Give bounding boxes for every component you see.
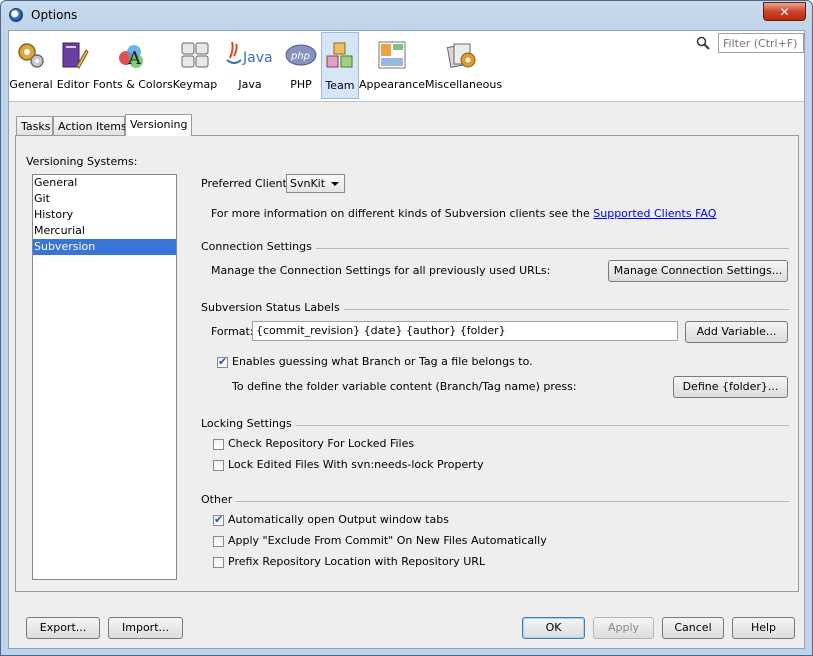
- options-window: Options ✕ General Editor A Fonts & Color…: [0, 0, 813, 656]
- help-button[interactable]: Help: [732, 617, 795, 639]
- list-item-history[interactable]: History: [33, 207, 176, 223]
- preferred-client-value: SvnKit: [290, 177, 326, 190]
- client-info-text: For more information on different kinds …: [211, 207, 590, 220]
- prefix-repo-label: Prefix Repository Location with Reposito…: [228, 555, 486, 568]
- locking-settings-section: Locking Settings: [201, 417, 789, 431]
- fonts-colors-icon: A: [119, 45, 143, 69]
- search-icon: [696, 36, 710, 50]
- category-fonts-colors[interactable]: A Fonts & Colors: [93, 32, 173, 99]
- filter-input[interactable]: [718, 33, 804, 53]
- appearance-icon: [378, 41, 406, 69]
- guess-branch-checkbox[interactable]: [217, 355, 228, 368]
- list-item-general[interactable]: General: [33, 175, 176, 191]
- category-label: Editor: [56, 78, 90, 91]
- category-label: Java: [238, 78, 262, 91]
- tab-action-items[interactable]: Action Items: [53, 116, 127, 135]
- options-content: General Editor A Fonts & Colors Keymap J…: [8, 30, 805, 649]
- prefix-repo-checkbox[interactable]: [213, 557, 224, 568]
- php-icon: php: [285, 44, 317, 66]
- close-button[interactable]: ✕: [763, 2, 806, 21]
- list-item-git[interactable]: Git: [33, 191, 176, 207]
- tab-tasks[interactable]: Tasks: [16, 116, 53, 135]
- keymap-icon: [181, 42, 209, 68]
- java-icon: Java: [226, 41, 273, 66]
- other-title: Other: [201, 493, 237, 506]
- manage-connection-settings-button[interactable]: Manage Connection Settings...: [608, 260, 788, 282]
- auto-output-label: Automatically open Output window tabs: [228, 513, 449, 526]
- category-label: Miscellaneous: [425, 78, 503, 91]
- java-icon-text: Java: [242, 50, 273, 66]
- locking-settings-title: Locking Settings: [201, 417, 296, 430]
- lock-edited-files-checkbox[interactable]: [213, 460, 224, 471]
- list-item-mercurial[interactable]: Mercurial: [33, 223, 176, 239]
- auto-output-checkbox[interactable]: [213, 513, 224, 526]
- category-java[interactable]: Java Java: [219, 32, 281, 99]
- add-variable-button[interactable]: Add Variable...: [685, 321, 788, 343]
- preferred-client-combo[interactable]: SvnKit: [286, 174, 345, 193]
- category-appearance[interactable]: Appearance: [359, 32, 425, 99]
- category-general[interactable]: General: [9, 32, 53, 99]
- apply-exclude-label: Apply "Exclude From Commit" On New Files…: [228, 534, 547, 547]
- check-locked-files-checkbox[interactable]: [213, 439, 224, 450]
- title-bar[interactable]: Options ✕: [1, 1, 812, 31]
- versioning-systems-list[interactable]: General Git History Mercurial Subversion: [32, 174, 177, 580]
- other-section: Other: [201, 493, 789, 507]
- category-label: Keymap: [172, 78, 218, 91]
- connection-settings-title: Connection Settings: [201, 240, 316, 253]
- apply-button[interactable]: Apply: [593, 617, 654, 639]
- guess-branch-label: Enables guessing what Branch or Tag a fi…: [232, 355, 533, 368]
- category-editor[interactable]: Editor: [53, 32, 93, 99]
- netbeans-app-icon: [9, 8, 23, 22]
- status-labels-title: Subversion Status Labels: [201, 301, 344, 314]
- define-folder-button[interactable]: Define {folder}...: [673, 376, 788, 398]
- category-php[interactable]: php PHP: [281, 32, 321, 99]
- miscellaneous-icon: [446, 43, 476, 68]
- section-divider: [201, 501, 789, 502]
- category-label: PHP: [290, 78, 312, 91]
- category-team[interactable]: Team: [321, 32, 359, 99]
- chevron-down-icon: [331, 182, 339, 186]
- lock-edited-files-label: Lock Edited Files With svn:needs-lock Pr…: [228, 458, 484, 471]
- import-button[interactable]: Import...: [108, 617, 183, 639]
- php-icon-text: php: [290, 51, 310, 62]
- editor-icon: [62, 42, 89, 69]
- svg-text:A: A: [127, 48, 142, 69]
- status-labels-section: Subversion Status Labels: [201, 301, 789, 315]
- ok-button[interactable]: OK: [522, 617, 585, 639]
- versioning-systems-label: Versioning Systems:: [26, 155, 138, 168]
- cancel-button[interactable]: Cancel: [662, 617, 724, 639]
- connection-settings-section: Connection Settings: [201, 240, 789, 254]
- tab-versioning[interactable]: Versioning: [125, 114, 192, 136]
- export-button[interactable]: Export...: [26, 617, 100, 639]
- category-keymap[interactable]: Keymap: [171, 32, 219, 99]
- gears-icon: [18, 43, 44, 68]
- window-title: Options: [31, 8, 78, 22]
- category-label: Appearance: [359, 78, 426, 91]
- category-label: Team: [325, 79, 355, 92]
- format-field[interactable]: {commit_revision} {date} {author} {folde…: [252, 321, 678, 341]
- define-folder-text: To define the folder variable content (B…: [232, 380, 577, 393]
- check-locked-files-label: Check Repository For Locked Files: [228, 437, 415, 450]
- list-item-subversion[interactable]: Subversion: [33, 239, 176, 255]
- client-info-row: For more information on different kinds …: [211, 207, 716, 220]
- category-toolbar: General Editor A Fonts & Colors Keymap J…: [9, 31, 804, 102]
- category-label: Fonts & Colors: [93, 78, 173, 91]
- preferred-client-label: Preferred Client:: [201, 177, 291, 190]
- category-label: General: [9, 78, 53, 91]
- supported-clients-faq-link[interactable]: Supported Clients FAQ: [593, 207, 716, 220]
- connection-settings-text: Manage the Connection Settings for all p…: [211, 264, 551, 277]
- team-icon: [326, 42, 353, 68]
- category-miscellaneous[interactable]: Miscellaneous: [425, 32, 503, 99]
- apply-exclude-checkbox[interactable]: [213, 536, 224, 547]
- format-label: Format:: [211, 325, 254, 338]
